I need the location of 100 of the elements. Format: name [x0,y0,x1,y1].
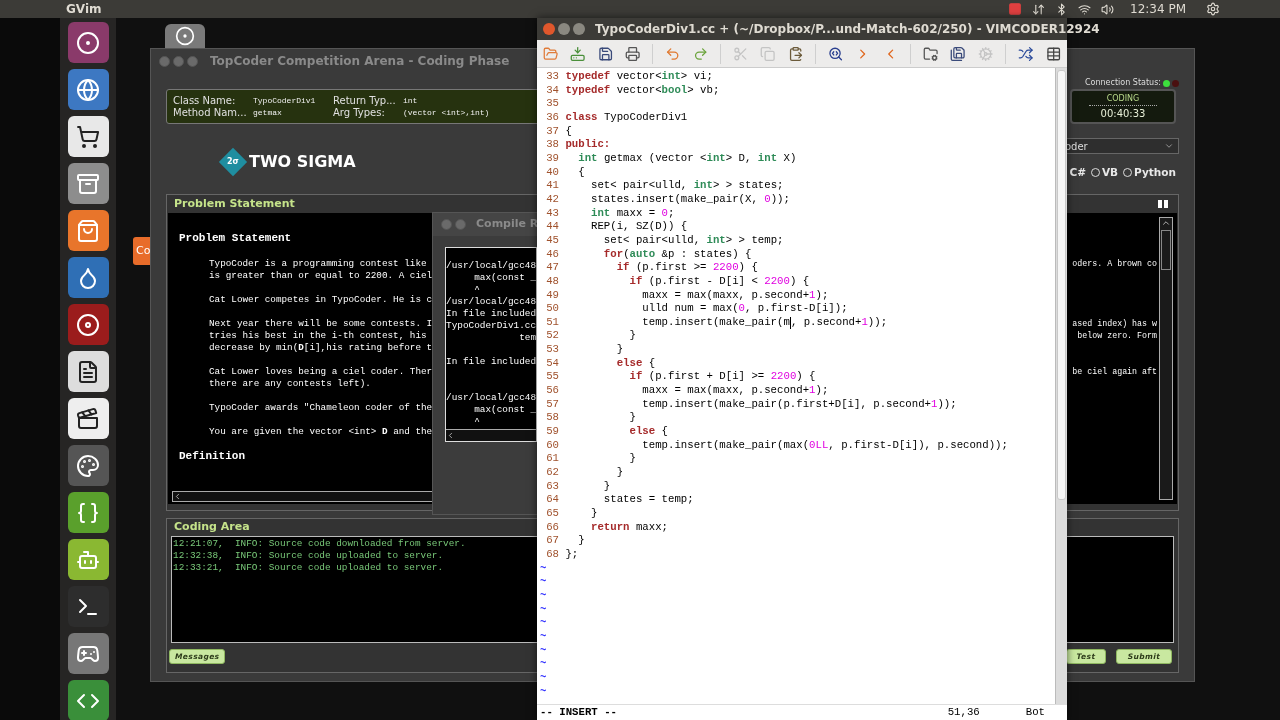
printer-icon[interactable] [625,45,641,62]
square-icon[interactable] [1008,2,1022,16]
empty-line-marker: ~ [539,684,547,697]
horizontal-scrollbar[interactable] [446,429,536,441]
code-line: int maxx = 0; [590,206,675,221]
code-line: return maxx; [590,520,668,535]
line-number: 35 [545,97,559,111]
code-line: } [628,411,636,426]
panel-toggle-icon[interactable] [1158,200,1168,208]
line-number: 67 [545,534,559,548]
scroll-left-icon[interactable] [446,431,455,440]
line-number: 55 [545,370,559,385]
line-number: 52 [545,329,559,344]
code-line: { [577,165,585,180]
droplet-icon[interactable] [67,257,109,298]
code-line: for(auto &p : states) { [602,247,752,262]
braces-icon[interactable] [67,492,109,533]
line-number: 68 [545,547,559,562]
language-radio[interactable]: VB [1090,165,1119,181]
clipboard-icon[interactable] [787,45,804,62]
desktop-app-icon[interactable] [165,24,205,48]
gamepad-icon[interactable] [67,633,109,674]
drawer-icon[interactable] [67,163,109,204]
drive-download-icon[interactable] [570,45,586,62]
window-title: Compile R [476,216,539,233]
code-line: states.insert(make_pair(X, 0)); [590,192,790,207]
vertical-scrollbar[interactable] [1055,68,1067,704]
statement-text: Next year there will be some contests. I [209,318,433,330]
code-line: } [577,534,585,548]
line-number: 64 [545,493,559,507]
field-value: int [403,94,418,107]
transfer-arrows-icon[interactable] [1032,2,1045,16]
cart-icon[interactable] [67,116,109,157]
code-line: REP(i, SZ(D)) { [590,220,688,234]
wifi-icon[interactable] [1078,2,1091,16]
line-number: 41 [545,179,559,193]
bag-icon[interactable] [67,210,109,251]
connection-label: Connection Status: [1085,77,1161,89]
minimize-button[interactable] [558,23,570,35]
table-icon[interactable] [1045,45,1061,62]
folder-gear-icon[interactable] [923,45,939,62]
line-number: 48 [545,274,559,289]
line-number: 53 [545,343,559,357]
line-number: 62 [545,466,559,480]
scroll-left-icon[interactable] [173,492,182,501]
output-line: tem [518,332,536,344]
code-line: set< pair<ulld, int> > temp; [602,233,784,248]
line-number: 65 [545,507,559,521]
scroll-up-icon[interactable] [1161,218,1171,228]
line-number: 42 [545,192,559,207]
crossing-arrows-icon[interactable] [1018,45,1034,62]
statement-text: below zero. Form [1077,330,1157,342]
definition-heading: Definition [179,450,245,462]
language-label: C# [1069,165,1086,180]
close-button[interactable] [543,23,555,35]
settings-icon[interactable] [1206,2,1220,16]
empty-line-marker: ~ [539,575,547,588]
folder-open-icon[interactable] [543,45,559,62]
code-line: class TypoCoderDiv1 [565,110,688,125]
cursor-position: 51,36 [947,705,980,720]
volume-icon[interactable] [1101,2,1114,16]
empty-line-marker: ~ [539,561,547,574]
globe-icon[interactable] [67,69,109,110]
code-icon[interactable] [67,680,109,720]
statement-text: Cat Lower loves being a ciel coder. Ther [209,366,433,378]
clapperboard-icon[interactable] [67,398,109,439]
line-number: 40 [545,165,559,180]
document-icon[interactable] [67,351,109,392]
line-number: 37 [545,124,559,139]
code-line: } [628,329,636,344]
vertical-scrollbar[interactable] [1159,217,1173,500]
field-value: TypoCoderDiv1 [253,94,316,107]
horizontal-scrollbar[interactable] [172,491,434,502]
empty-line-marker: ~ [539,643,547,656]
maximize-button[interactable] [573,23,585,35]
logo-mark: 2σ [218,147,248,177]
clock[interactable]: 12:34 PM [1130,0,1186,18]
statement-text: Cat Lower competes in TypoCoder. He is c [209,294,433,306]
floppy-stack-icon[interactable] [950,45,966,62]
scrollbar-thumb[interactable] [1161,230,1171,270]
statement-text: there are any contests left). [209,378,371,390]
palette-icon[interactable] [67,445,109,486]
robot-icon[interactable] [67,539,109,580]
statement-text: tries his best in the i-th contest, his [209,330,427,342]
circle-logo-icon[interactable] [67,22,109,63]
output-line: /usr/local/gcc48 [446,260,536,272]
log-message: 12:21:07, INFO: Source code downloaded from server. [173,538,466,550]
panel-title: Coding Area [174,519,250,536]
code-line: temp.insert(make_pair(p.first+D[i], p.second+1)); [641,397,957,412]
language-radio[interactable]: Python [1123,165,1176,181]
line-number: 61 [545,452,559,467]
bluetooth-icon[interactable] [1055,2,1068,16]
code-line: public: [565,138,611,152]
output-line: /usr/local/gcc48 [446,296,536,308]
code-line: else { [615,356,656,371]
terminal-icon[interactable] [67,586,109,627]
code-line: } [615,466,624,480]
mode-indicator: -- INSERT -- [540,705,617,720]
find-replace-icon[interactable] [828,45,844,62]
line-number: 66 [545,520,559,535]
